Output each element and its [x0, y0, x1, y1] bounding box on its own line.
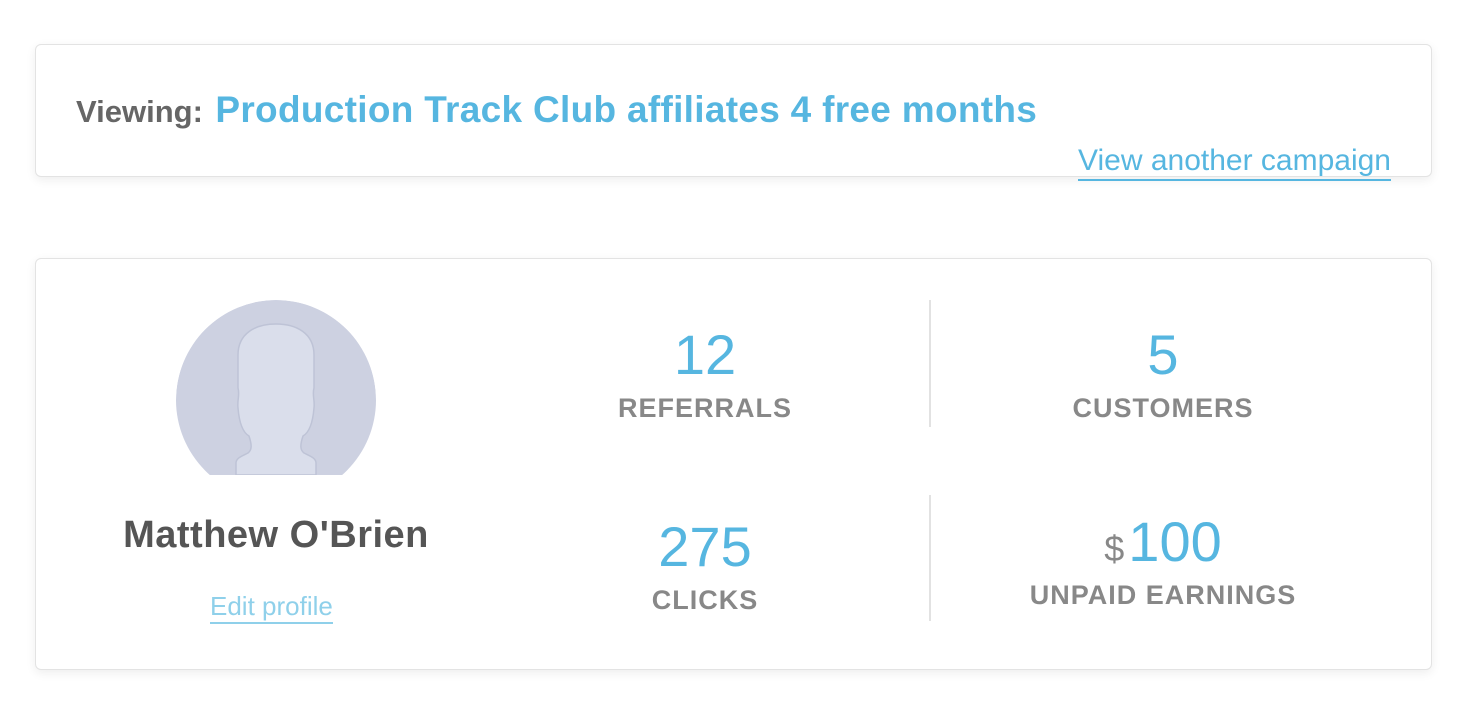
unpaid-earnings-label: UNPAID EARNINGS — [1029, 580, 1297, 610]
referrals-stat: 12 REFERRALS — [505, 327, 905, 422]
referrals-count: 12 — [673, 323, 737, 386]
clicks-count: 275 — [658, 515, 752, 578]
stats-divider-bottom — [929, 495, 931, 621]
campaign-card: Viewing: Production Track Club affiliate… — [35, 44, 1432, 181]
unpaid-earnings-stat: $100 UNPAID EARNINGS — [963, 514, 1363, 609]
referrals-label: REFERRALS — [617, 393, 792, 423]
customers-label: CUSTOMERS — [1072, 393, 1254, 423]
view-another-campaign-link[interactable]: View another campaign — [1078, 143, 1391, 181]
customers-stat: 5 CUSTOMERS — [963, 327, 1363, 422]
unpaid-earnings-amount: $100 — [963, 514, 1363, 570]
clicks-label: CLICKS — [651, 585, 759, 615]
edit-profile-link[interactable]: Edit profile — [210, 591, 333, 625]
profile-card: Matthew O'Brien Edit profile 12 REFERRAL… — [35, 258, 1432, 670]
user-name: Matthew O'Brien — [123, 514, 429, 556]
unpaid-earnings-value: 100 — [1128, 510, 1222, 573]
stats-divider-top — [929, 300, 931, 427]
campaign-name: Production Track Club affiliates 4 free … — [215, 89, 1038, 130]
viewing-label: Viewing: — [76, 94, 203, 129]
viewing-line: Viewing: Production Track Club affiliate… — [76, 89, 1037, 131]
clicks-stat: 275 CLICKS — [505, 519, 905, 614]
currency-symbol: $ — [1104, 528, 1125, 569]
customers-count: 5 — [1147, 323, 1179, 386]
avatar — [176, 300, 376, 475]
user-silhouette-icon — [176, 300, 376, 475]
